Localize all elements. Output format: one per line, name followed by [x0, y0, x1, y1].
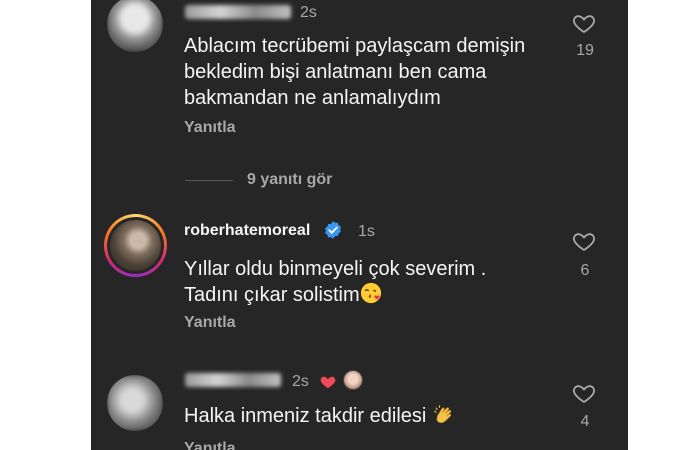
- divider-line: [185, 180, 233, 181]
- reply-button[interactable]: Yanıtla: [184, 119, 236, 137]
- comment-time: 1s: [358, 223, 375, 240]
- blurred-username[interactable]: [185, 5, 291, 19]
- comment-line: Halka inmeniz takdir edilesi: [184, 405, 427, 427]
- comment-line: Ablacım tecrübemi paylaşcam demişin: [184, 35, 526, 57]
- creator-avatar: [343, 370, 363, 390]
- heart-outline-icon[interactable]: [571, 229, 597, 253]
- blurred-username[interactable]: [185, 373, 281, 387]
- comment-text: Halka inmeniz takdir edilesi: [184, 403, 454, 429]
- like-count: 19: [576, 42, 594, 59]
- reply-button[interactable]: Yanıtla: [184, 314, 236, 332]
- comment-line: bekledim bişi anlatmanı ben cama: [184, 61, 487, 83]
- like-count: 6: [580, 262, 590, 279]
- heart-outline-icon[interactable]: [571, 11, 597, 35]
- verified-badge-icon: [325, 221, 341, 239]
- like-count: 4: [580, 413, 590, 430]
- comment-text: Ablacım tecrübemi paylaşcam demişin bekl…: [184, 33, 525, 111]
- avatar: [110, 220, 161, 271]
- comment-line: Tadını çıkar solistim: [184, 282, 486, 308]
- avatar[interactable]: [107, 375, 163, 431]
- heart-outline-icon[interactable]: [571, 381, 597, 405]
- comment-username[interactable]: roberhatemoreal: [184, 222, 310, 240]
- comment-line: bakmandan ne anlamalıydım: [184, 87, 441, 109]
- view-replies-button[interactable]: 9 yanıtı gör: [247, 171, 332, 189]
- avatar-story-ring[interactable]: [104, 214, 167, 277]
- reply-button[interactable]: Yanıtla: [184, 440, 236, 450]
- avatar[interactable]: [107, 0, 163, 52]
- comment-time: 2s: [292, 373, 309, 390]
- comment-line-text: Tadını çıkar solistim: [184, 284, 360, 306]
- creator-liked-heart-icon: [320, 376, 336, 389]
- comment-time: 2s: [300, 4, 317, 21]
- comment-line: Yıllar oldu binmeyeli çok severim .: [184, 258, 487, 280]
- kissing-face-emoji: [360, 282, 381, 304]
- comments-panel: 2s Ablacım tecrübemi paylaşcam demişin b…: [91, 0, 628, 450]
- comment-text: Yıllar oldu binmeyeli çok severim . Tadı…: [184, 256, 486, 308]
- clapping-hands-emoji: [434, 405, 452, 424]
